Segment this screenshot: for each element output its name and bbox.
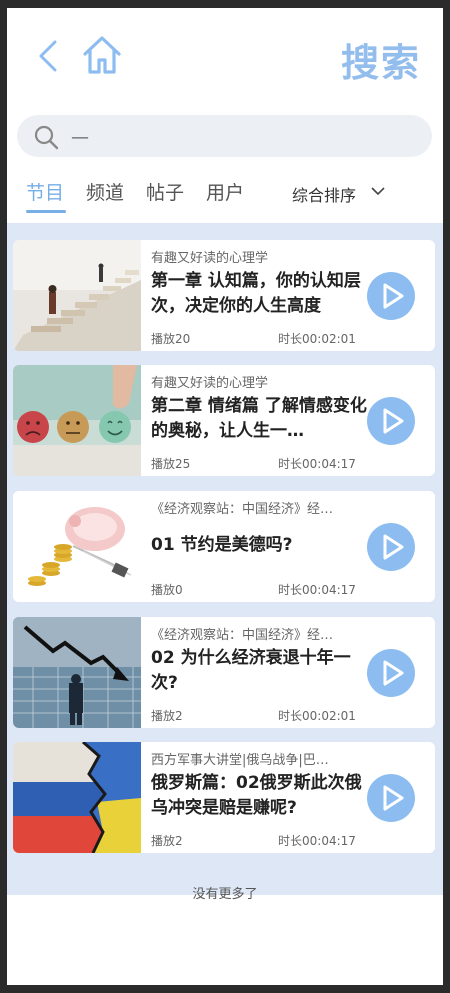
header: 搜索 (7, 8, 443, 108)
home-icon[interactable] (81, 32, 123, 78)
list-item[interactable]: 《经济观察站：中国经济》经… 02 为什么经济衰退十年一次? 播放2 时长00:… (13, 617, 435, 728)
search-bar[interactable] (17, 115, 432, 157)
episode-title: 02 为什么经济衰退十年一次? (151, 648, 351, 693)
flags-image (13, 742, 141, 853)
tab-bar: 节目 频道 帖子 用户 综合排序 (7, 174, 443, 220)
play-count: 播放2 (151, 834, 183, 848)
play-count: 播放20 (151, 332, 191, 346)
app-screen: 搜索 节目 频道 帖子 用户 综合排序 (7, 8, 443, 985)
play-count: 播放2 (151, 709, 183, 723)
emotion-faces-image (13, 365, 141, 476)
play-icon[interactable] (367, 397, 415, 445)
episode-title: 第二章 情绪篇 了解情感变化的奥秘，让人生一… (151, 396, 367, 441)
duration: 时长00:04:17 (278, 457, 356, 471)
search-input[interactable] (69, 121, 413, 153)
list-item[interactable]: 《经济观察站：中国经济》经… 01 节约是美德吗? 播放0 时长00:04:17 (13, 491, 435, 602)
play-icon[interactable] (367, 774, 415, 822)
sort-dropdown[interactable]: 综合排序 (292, 182, 356, 206)
stairs-image (13, 240, 141, 351)
play-count: 播放25 (151, 457, 191, 471)
episode-title: 第一章 认知篇，你的认知层次，决定你的人生高度 (151, 271, 361, 316)
piggy-bank-image (13, 491, 141, 602)
page-title: 搜索 (340, 41, 421, 85)
active-tab-indicator (26, 210, 66, 213)
album-name: 《经济观察站：中国经济》经… (151, 502, 334, 517)
episode-title: 01 节约是美德吗? (151, 535, 293, 555)
album-name: 西方军事大讲堂|俄乌战争|巴… (151, 753, 329, 768)
album-name: 有趣又好读的心理学 (151, 251, 269, 266)
album-name: 有趣又好读的心理学 (151, 376, 269, 391)
duration: 时长00:02:01 (278, 332, 356, 346)
duration: 时长00:04:17 (278, 834, 356, 848)
chevron-left-icon[interactable] (35, 36, 63, 76)
album-name: 《经济观察站：中国经济》经… (151, 628, 334, 643)
tab-channels[interactable]: 频道 (86, 178, 124, 205)
duration: 时长00:02:01 (278, 709, 356, 723)
play-count: 播放0 (151, 583, 183, 597)
chevron-down-icon[interactable] (371, 186, 385, 196)
play-icon[interactable] (367, 523, 415, 571)
episode-title: 俄罗斯篇：02俄罗斯此次俄乌冲突是赔是赚呢? (151, 773, 362, 818)
end-of-list-text: 没有更多了 (192, 887, 258, 902)
list-item[interactable]: 有趣又好读的心理学 第二章 情绪篇 了解情感变化的奥秘，让人生一… 播放25 时… (13, 365, 435, 476)
duration: 时长00:04:17 (278, 583, 356, 597)
search-icon (34, 125, 59, 150)
list-item[interactable]: 西方军事大讲堂|俄乌战争|巴… 俄罗斯篇：02俄罗斯此次俄乌冲突是赔是赚呢? 播… (13, 742, 435, 853)
tab-programs[interactable]: 节目 (26, 178, 64, 205)
tab-users[interactable]: 用户 (206, 178, 244, 205)
play-icon[interactable] (367, 272, 415, 320)
list-item[interactable]: 有趣又好读的心理学 第一章 认知篇，你的认知层次，决定你的人生高度 播放20 时… (13, 240, 435, 351)
play-icon[interactable] (367, 649, 415, 697)
tab-posts[interactable]: 帖子 (146, 178, 184, 205)
recession-chart-image (13, 617, 141, 728)
results-list: 有趣又好读的心理学 第一章 认知篇，你的认知层次，决定你的人生高度 播放20 时… (7, 223, 443, 902)
